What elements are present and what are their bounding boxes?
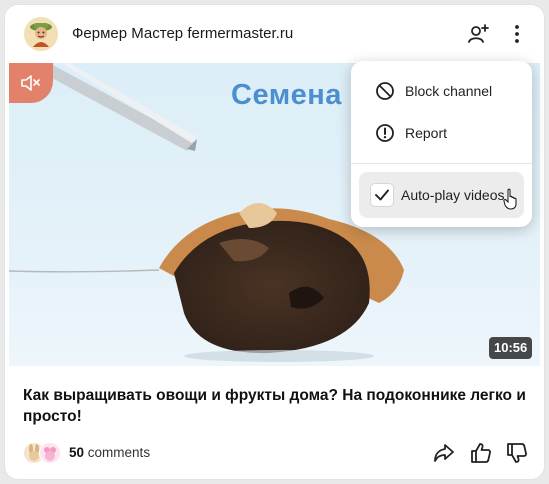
share-icon[interactable] [432,441,456,465]
block-icon [376,82,394,100]
menu-item-report[interactable]: Report [359,113,524,153]
menu-divider [351,163,532,164]
channel-avatar[interactable] [24,17,58,51]
menu-item-label: Block channel [405,83,493,99]
post-footer: 50 comments [5,435,544,471]
post-card: Фермер Мастер fermermaster.ru Семена 10:… [4,4,545,480]
subscribe-icon[interactable] [466,22,490,46]
video-overlay-text: Семена [231,79,342,111]
autoplay-checkbox[interactable] [370,183,394,207]
post-title[interactable]: Как выращивать овощи и фрукты дома? На п… [23,385,528,427]
comments-link[interactable]: 50 comments [69,445,150,460]
comment-count: 50 [69,445,85,460]
reaction-avatar [39,442,61,464]
more-options-icon[interactable] [505,22,529,46]
comment-word: comments [87,445,151,460]
options-menu: Block channel Report Auto-play videos [351,61,532,227]
check-icon [375,189,389,201]
video-duration: 10:56 [489,337,533,359]
channel-name[interactable]: Фермер Мастер fermermaster.ru [72,25,293,42]
muted-speaker-icon [21,75,40,91]
reactions[interactable] [23,442,63,464]
menu-item-autoplay[interactable]: Auto-play videos [359,172,524,218]
menu-item-label: Auto-play videos [401,187,505,203]
like-icon[interactable] [469,441,493,465]
post-header: Фермер Мастер fermermaster.ru [5,5,544,63]
report-icon [376,124,394,142]
menu-item-block-channel[interactable]: Block channel [359,71,524,111]
menu-item-label: Report [405,125,448,141]
dislike-icon[interactable] [505,441,529,465]
